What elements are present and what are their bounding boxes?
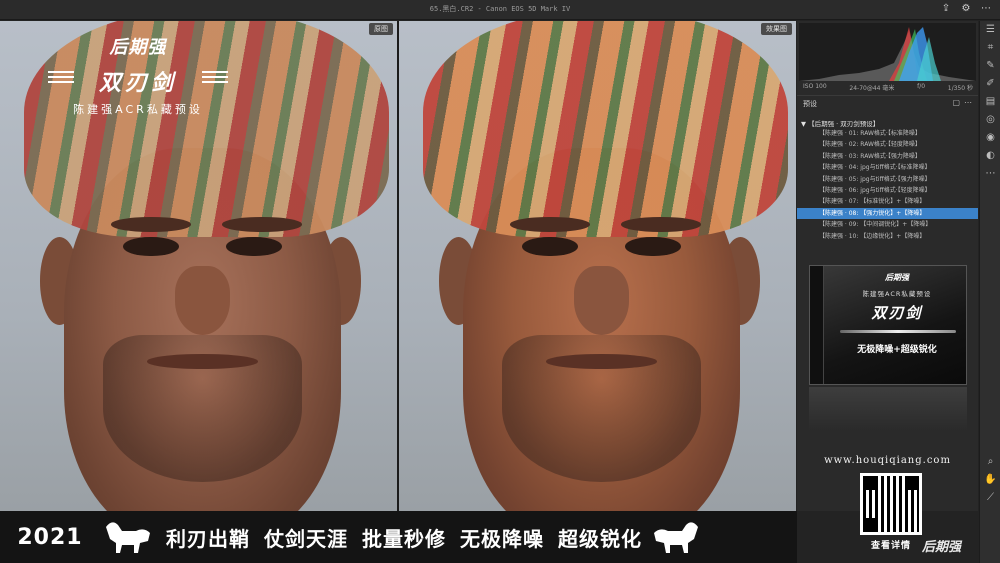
bull-graphic <box>654 522 698 553</box>
acr-window: 65.黑白.CR2 - Canon EOS 5D Mark IV ⇪ ⚙ ⋯ 后… <box>0 0 1000 563</box>
title-bar: 65.黑白.CR2 - Canon EOS 5D Mark IV ⇪ ⚙ ⋯ <box>0 0 1000 20</box>
preset-menu-icon[interactable]: ⋯ <box>964 98 972 107</box>
new-preset-icon[interactable]: ▢ <box>952 98 960 107</box>
qr-code[interactable] <box>860 473 922 535</box>
banner-year: 2021 <box>17 524 83 550</box>
edit-sliders-icon[interactable]: ☰ <box>980 21 1000 39</box>
window-title: 65.黑白.CR2 - Canon EOS 5D Mark IV <box>429 5 571 13</box>
preset-item-selected[interactable]: 【陈建强 · 08: 【强力锐化】+【降噪】 <box>797 207 978 220</box>
preset-item[interactable]: 【陈建强 · 02: RAW格式·【轻度降噪】 <box>797 139 978 150</box>
overlay-brand: 后期强 <box>109 37 167 58</box>
overlay-logo: 后期强 双刃剑 陈建强ACR私藏预设 <box>48 33 228 117</box>
preset-item[interactable]: 【陈建强 · 07: 【标准锐化】+【降噪】 <box>797 196 978 207</box>
product-tagline: 无极降噪+超级锐化 <box>857 345 937 355</box>
eyedropper-icon[interactable]: ⟋ <box>980 489 1000 507</box>
healing-icon[interactable]: ✎ <box>980 57 1000 75</box>
presets-title: 预设 <box>803 100 817 108</box>
crop-icon[interactable]: ⌗ <box>980 39 1000 57</box>
overlay-title: 双刃剑 <box>98 71 177 96</box>
before-pane[interactable]: 后期强 双刃剑 陈建强ACR私藏预设 原图 <box>0 21 397 511</box>
bull-icon <box>648 517 708 557</box>
redeye-icon[interactable]: ◉ <box>980 129 1000 147</box>
slogan: 利刃出鞘 <box>166 526 250 551</box>
preset-item[interactable]: 【陈建强 · 03: RAW格式·【强力降噪】 <box>797 151 978 162</box>
more-icon[interactable]: ⋯ <box>980 3 992 15</box>
sword-graphic <box>840 330 956 333</box>
gear-icon[interactable]: ⚙ <box>960 3 972 15</box>
hand-icon[interactable]: ✋ <box>980 471 1000 489</box>
preset-item[interactable]: 【陈建强 · 09: 【中间调锐化】+【降噪】 <box>797 219 978 230</box>
promo-banner: 2021 利刃出鞘 仗剑天涯 批量秒修 无极降噪 超级锐化 <box>0 511 797 563</box>
toolstrip-spacer <box>980 183 1000 453</box>
website-url: www.houqiqiang.com <box>824 455 951 466</box>
tool-strip: ☰ ⌗ ✎ ✐ ▤ ◎ ◉ ◐ ⋯ ⌕ ✋ ⟋ <box>979 21 1000 563</box>
banner-slogans: 利刃出鞘 仗剑天涯 批量秒修 无极降噪 超级锐化 <box>160 523 648 552</box>
preset-list: 【陈建强 · 01: RAW格式·【标准降噪】 【陈建强 · 02: RAW格式… <box>797 128 978 242</box>
right-panel: ISO 100 24-70@44 毫米 f/0 1/350 秒 预设 ▢ ⋯ ▼… <box>797 21 978 511</box>
product-reflection <box>809 387 967 431</box>
exif-iso: ISO 100 <box>803 83 827 90</box>
overlay-subtitle: 陈建强ACR私藏预设 <box>73 103 203 116</box>
after-pane[interactable]: 效果图 <box>399 21 796 511</box>
preset-item[interactable]: 【陈建强 · 05: jpg与tiff格式·【强力降噪】 <box>797 174 978 185</box>
product-subtitle: 陈建强ACR私藏预设 <box>862 290 932 298</box>
product-spine <box>810 266 824 384</box>
export-icon[interactable]: ⇪ <box>940 3 952 15</box>
corner-brand: 后期强 <box>922 540 962 555</box>
product-brand: 后期强 <box>885 273 909 282</box>
presets-icon[interactable]: ◐ <box>980 147 1000 165</box>
presets-header: 预设 ▢ ⋯ <box>797 95 978 109</box>
preset-item[interactable]: 【陈建强 · 06: jpg与tiff格式·【轻度降噪】 <box>797 185 978 196</box>
logo-lines-right <box>202 71 228 85</box>
bull-graphic <box>106 522 150 553</box>
preset-item[interactable]: 【陈建强 · 10: 【边缘锐化】+【降噪】 <box>797 231 978 242</box>
slogan: 批量秒修 <box>362 526 446 551</box>
histogram <box>799 23 976 81</box>
exif-focal: 24-70@44 毫米 <box>849 85 895 92</box>
preset-item[interactable]: 【陈建强 · 04: jpg与tiff格式·【标准降噪】 <box>797 162 978 173</box>
radial-icon[interactable]: ◎ <box>980 111 1000 129</box>
exif-info: ISO 100 24-70@44 毫米 f/0 1/350 秒 <box>803 83 973 92</box>
gradient-icon[interactable]: ▤ <box>980 93 1000 111</box>
preset-item[interactable]: 【陈建强 · 01: RAW格式·【标准降噪】 <box>797 128 978 139</box>
zoom-icon[interactable]: ⌕ <box>980 453 1000 471</box>
qr-caption: 查看详情 <box>870 541 911 551</box>
brush-icon[interactable]: ✐ <box>980 75 1000 93</box>
slogan: 无极降噪 <box>460 526 544 551</box>
exif-aperture: f/0 <box>917 83 926 90</box>
before-label: 原图 <box>369 23 393 35</box>
slogan: 超级锐化 <box>558 526 642 551</box>
slogan: 仗剑天涯 <box>264 526 348 551</box>
exif-shutter: 1/350 秒 <box>947 85 973 92</box>
after-label: 效果图 <box>761 23 792 35</box>
logo-lines-left <box>48 71 74 85</box>
product-box: 后期强 陈建强ACR私藏预设 双刃剑 无极降噪+超级锐化 <box>809 265 967 385</box>
topbar-icons: ⇪ ⚙ ⋯ <box>940 3 992 15</box>
preset-group[interactable]: ▼ 【后期强 · 双刃剑预设】 <box>801 118 879 128</box>
histogram-graph <box>799 27 976 81</box>
more-icon[interactable]: ⋯ <box>980 165 1000 183</box>
product-title: 双刃剑 <box>871 304 923 322</box>
bull-icon <box>100 517 160 557</box>
portrait-edited <box>399 21 796 511</box>
